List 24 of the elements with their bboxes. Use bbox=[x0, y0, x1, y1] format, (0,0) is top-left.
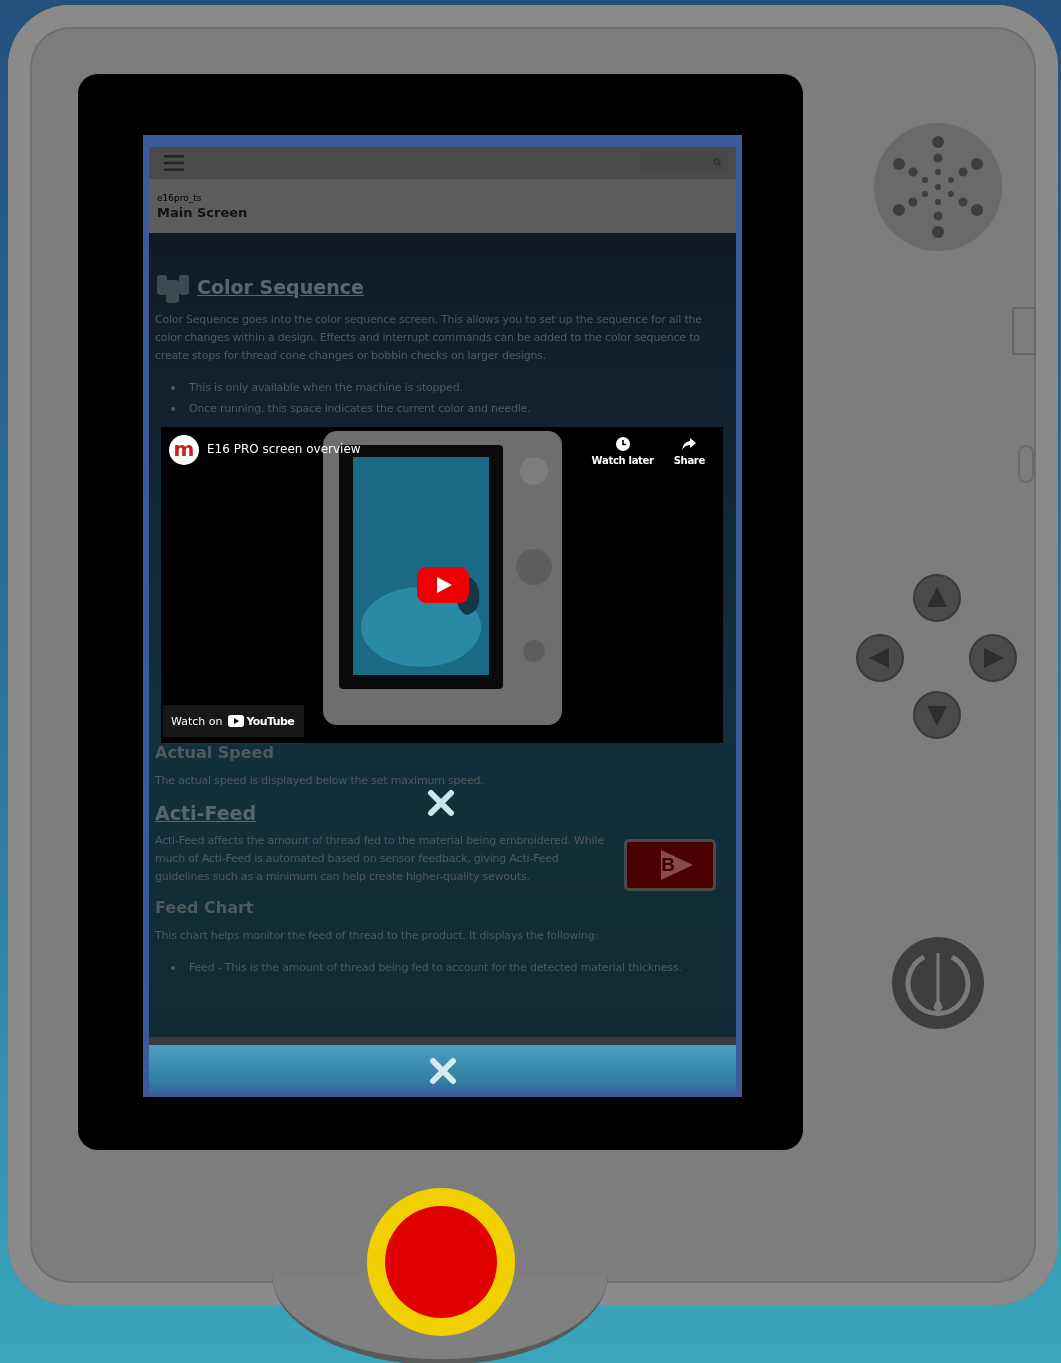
section-heading: Feed Chart bbox=[155, 898, 255, 917]
power-button[interactable] bbox=[890, 935, 986, 1031]
paragraph: This chart helps monitor the feed of thread to the product. It displays the following: bbox=[155, 928, 599, 944]
video-title[interactable]: E16 PRO screen overview bbox=[207, 442, 361, 456]
clock-icon bbox=[615, 437, 630, 451]
share-button[interactable]: Share bbox=[673, 435, 705, 466]
page-title: Main Screen bbox=[157, 204, 248, 220]
close-button[interactable] bbox=[427, 789, 455, 817]
card-slot bbox=[1012, 307, 1036, 355]
menu-icon[interactable] bbox=[164, 153, 184, 172]
speaker-grille-icon bbox=[873, 122, 1003, 252]
play-button[interactable] bbox=[417, 567, 469, 603]
youtube-play-icon bbox=[228, 715, 245, 727]
bullet-icon bbox=[171, 965, 175, 970]
share-icon bbox=[681, 437, 698, 451]
stop-button[interactable] bbox=[366, 1187, 516, 1337]
bullet-icon bbox=[171, 406, 175, 411]
direction-pad[interactable] bbox=[854, 573, 1020, 741]
video-player[interactable]: m E16 PRO screen overview Watch later Share Watch on YouTube bbox=[161, 427, 723, 743]
bullet-icon bbox=[171, 385, 175, 390]
list-item: Once running, this space indicates the current color and needle. bbox=[189, 401, 531, 417]
section-heading: Actual Speed bbox=[155, 743, 275, 762]
watch-later-button[interactable]: Watch later bbox=[591, 435, 654, 466]
watch-on-youtube-button[interactable]: Watch on YouTube bbox=[163, 705, 305, 737]
